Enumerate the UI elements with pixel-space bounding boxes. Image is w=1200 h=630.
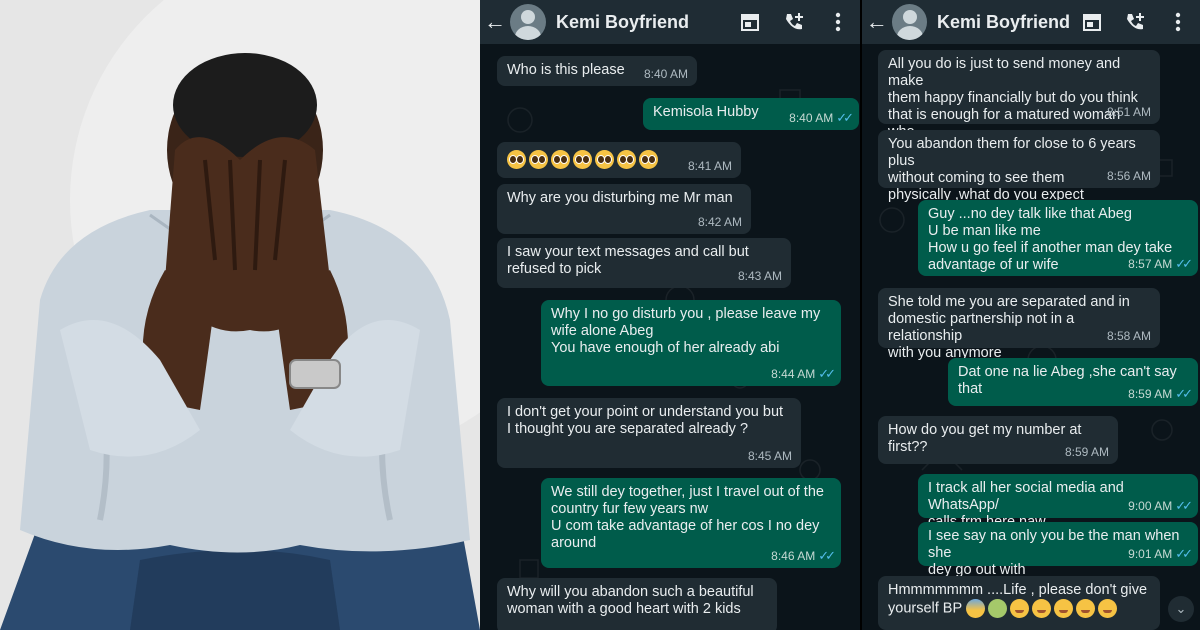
cold-sweat-face-icon — [966, 599, 986, 618]
message-time: 8:41 AM — [687, 159, 732, 173]
chevron-double-down-icon[interactable]: ⌄ — [1168, 596, 1194, 622]
man-covering-face-photo — [0, 0, 480, 630]
message-bubble-incoming[interactable]: I saw your text messages and call but re… — [497, 238, 791, 288]
message-time-status: 8:44 AM ✓✓ — [771, 365, 836, 383]
message-bubble-incoming[interactable]: She told me you are separated and in dom… — [878, 288, 1160, 361]
message-bubble-incoming[interactable]: I don't get your point or understand you… — [497, 398, 801, 468]
message-time: 8:45 AM — [747, 449, 792, 463]
message-time: 8:40 AM — [643, 67, 688, 81]
read-receipt-icon: ✓✓ — [818, 366, 836, 381]
message-time: 8:42 AM — [697, 215, 742, 229]
read-receipt-icon: ✓✓ — [836, 110, 854, 125]
message-time: 8:59 AM — [1064, 445, 1109, 459]
add-call-icon[interactable] — [772, 11, 816, 33]
message-bubble-outgoing[interactable]: I track all her social media and WhatsAp… — [918, 474, 1198, 530]
chat-screenshot-left: ← Kemi Boyfriend Who is this please 8:40… — [480, 0, 862, 630]
smiling-face-icon — [1076, 599, 1096, 618]
message-time-status: 8:57 AM ✓✓ — [1128, 255, 1193, 273]
message-time: 8:43 AM — [737, 269, 782, 283]
message-time: 8:40 AM — [789, 111, 834, 125]
message-time-status: 9:01 AM ✓✓ — [1128, 545, 1193, 563]
add-call-icon[interactable] — [1113, 11, 1156, 33]
nauseated-face-icon — [988, 599, 1008, 618]
message-text: Why will you abandon such a beautiful wo… — [507, 584, 754, 617]
read-receipt-icon: ✓✓ — [1175, 256, 1193, 271]
smiling-face-icon — [1010, 599, 1030, 618]
smiling-face-icon — [1054, 599, 1074, 618]
message-time-status: 9:00 AM ✓✓ — [1128, 497, 1193, 515]
read-receipt-icon: ✓✓ — [1175, 498, 1193, 513]
message-time: 8:56 AM — [1106, 169, 1151, 183]
message-bubble-incoming[interactable]: All you do is just to send money and mak… — [878, 50, 1160, 157]
message-time: 8:44 AM — [771, 367, 816, 381]
pleading-face-icon — [507, 150, 526, 169]
message-bubble-incoming[interactable]: You abandon them for close to 6 years pl… — [878, 130, 1160, 203]
pleading-face-icon — [639, 150, 658, 169]
message-list: All you do is just to send money and mak… — [862, 44, 1200, 630]
message-time: 8:58 AM — [1106, 329, 1151, 343]
message-content: Hmmmmmmm ....Life , please don't give yo… — [888, 582, 1150, 618]
message-text: I don't get your point or understand you… — [507, 404, 784, 437]
message-bubble-incoming[interactable]: Why are you disturbing me Mr man 8:42 AM — [497, 184, 751, 234]
read-receipt-icon: ✓✓ — [1175, 546, 1193, 561]
message-time: 9:00 AM — [1128, 499, 1173, 513]
message-text: Why I no go disturb you , please leave m… — [551, 306, 821, 356]
contact-avatar[interactable] — [510, 4, 546, 40]
message-time: 8:46 AM — [771, 549, 816, 563]
smiling-face-icon — [1032, 599, 1052, 618]
message-bubble-outgoing[interactable]: We still dey together, just I travel out… — [541, 478, 841, 568]
storefront-icon[interactable] — [728, 13, 772, 31]
contact-name[interactable]: Kemi Boyfriend — [937, 12, 1070, 33]
message-time-status: 8:59 AM ✓✓ — [1128, 385, 1193, 403]
message-time-status: 8:46 AM ✓✓ — [771, 547, 836, 565]
message-time: 8:59 AM — [1128, 387, 1173, 401]
arrow-left-icon[interactable]: ← — [480, 9, 510, 35]
pleading-face-icon — [551, 150, 570, 169]
message-bubble-incoming[interactable]: Why will you abandon such a beautiful wo… — [497, 578, 777, 630]
smiling-face-icon — [1098, 599, 1118, 618]
message-bubble-incoming[interactable]: How do you get my number at first?? 8:59… — [878, 416, 1118, 464]
message-bubble-outgoing[interactable]: Why I no go disturb you , please leave m… — [541, 300, 841, 386]
read-receipt-icon: ✓✓ — [1175, 386, 1193, 401]
pleading-face-icon — [529, 150, 548, 169]
message-bubble-outgoing[interactable]: I see say na only you be the man when sh… — [918, 522, 1198, 578]
pleading-face-icon — [595, 150, 614, 169]
message-time-status: 8:40 AM ✓✓ — [789, 109, 854, 127]
message-time: 8:57 AM — [1128, 257, 1173, 271]
pleading-face-icon — [617, 150, 636, 169]
message-text: Why are you disturbing me Mr man — [507, 190, 733, 206]
read-receipt-icon: ✓✓ — [818, 548, 836, 563]
message-bubble-outgoing[interactable]: Kemisola Hubby 8:40 AM ✓✓ — [643, 98, 859, 130]
message-bubble-incoming[interactable]: Hmmmmmmm ....Life , please don't give yo… — [878, 576, 1160, 630]
storefront-icon[interactable] — [1070, 13, 1113, 31]
more-vertical-icon[interactable] — [1157, 12, 1200, 32]
pleading-face-icon — [573, 150, 592, 169]
message-bubble-outgoing[interactable]: Dat one na lie Abeg ,she can't say that … — [948, 358, 1198, 406]
chat-header: ← Kemi Boyfriend — [862, 0, 1200, 44]
message-bubble-incoming[interactable]: 8:41 AM — [497, 142, 741, 178]
message-bubble-outgoing[interactable]: Guy ...no dey talk like that Abeg U be m… — [918, 200, 1198, 276]
message-text: We still dey together, just I travel out… — [551, 484, 824, 551]
more-vertical-icon[interactable] — [816, 12, 860, 32]
message-time: 8:51 AM — [1106, 105, 1151, 119]
message-bubble-incoming[interactable]: Who is this please 8:40 AM — [497, 56, 697, 86]
arrow-left-icon[interactable]: ← — [862, 9, 892, 35]
contact-name[interactable]: Kemi Boyfriend — [556, 12, 728, 33]
message-time: 9:01 AM — [1128, 547, 1173, 561]
chat-screenshot-right: ← Kemi Boyfriend All you do is just to s… — [862, 0, 1200, 630]
contact-avatar[interactable] — [891, 4, 927, 40]
chat-header: ← Kemi Boyfriend — [480, 0, 860, 44]
message-list: Who is this please 8:40 AM Kemisola Hubb… — [480, 44, 860, 630]
